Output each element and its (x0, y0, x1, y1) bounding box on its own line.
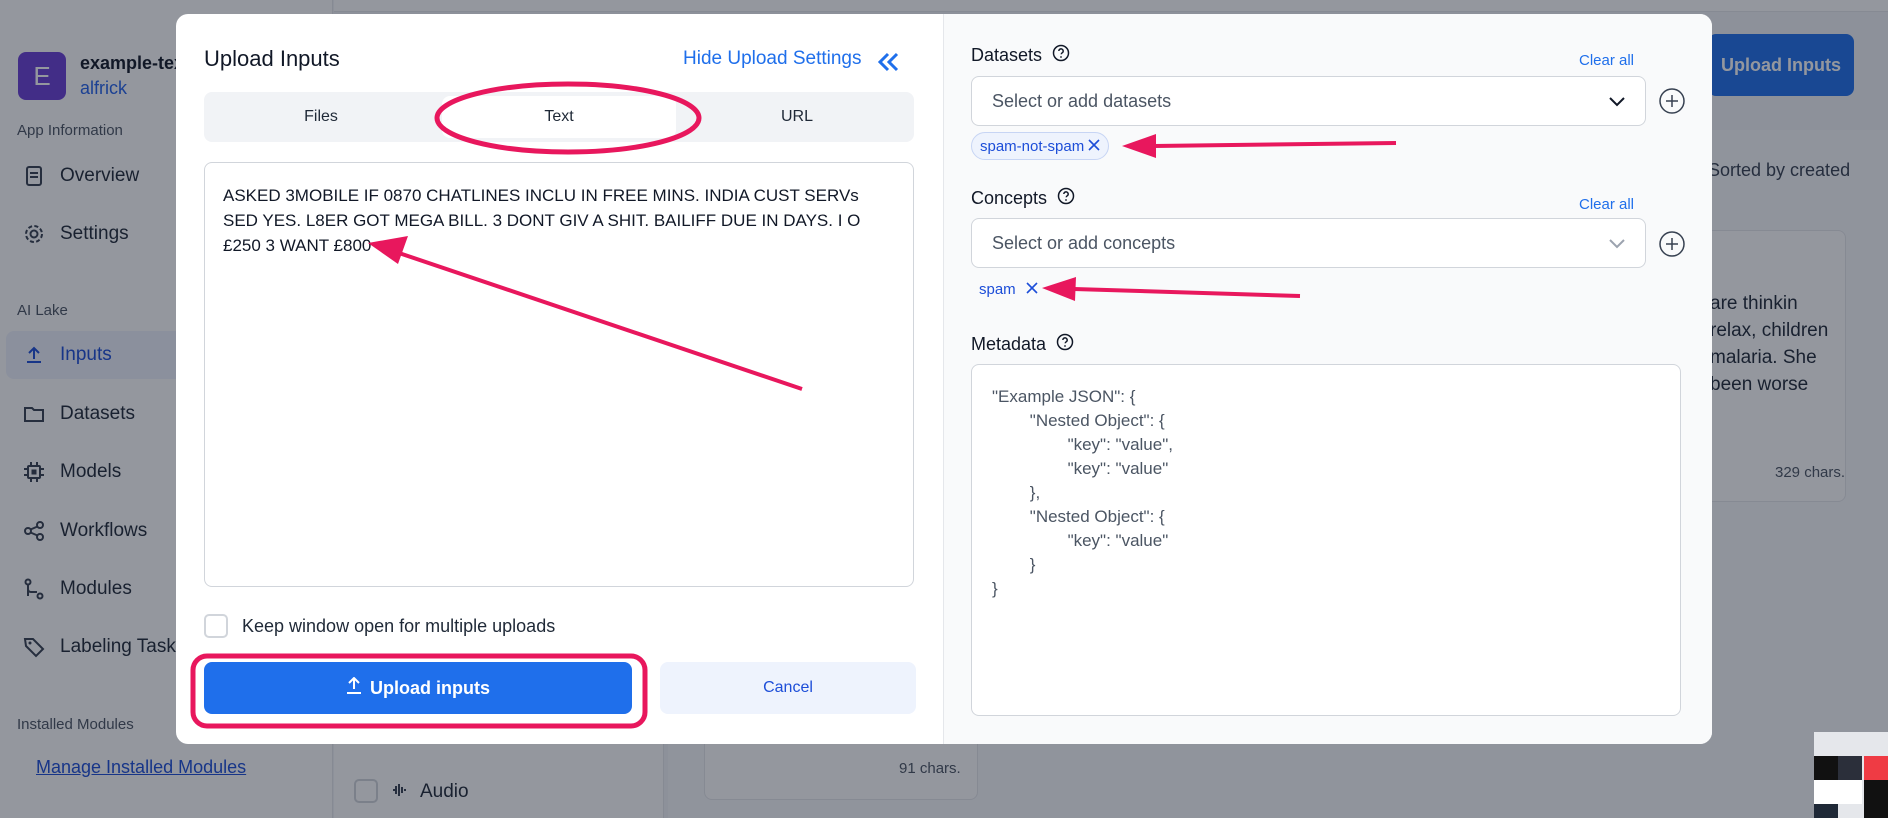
concept-chip: spam (971, 275, 1046, 303)
tab-files[interactable]: Files (204, 92, 438, 142)
chip-label: spam (979, 280, 1016, 298)
datasets-label-text: Datasets (971, 45, 1043, 65)
upload-settings-panel: Datasets Clear all Select or add dataset… (943, 14, 1712, 744)
cancel-button[interactable]: Cancel (660, 662, 916, 714)
tab-text[interactable]: Text (442, 96, 676, 138)
help-circle-icon[interactable] (1056, 333, 1074, 356)
metadata-label: Metadata (971, 333, 1074, 356)
help-circle-icon[interactable] (1057, 187, 1075, 210)
hide-upload-settings-link[interactable]: Hide Upload Settings (683, 48, 862, 70)
upload-inputs-modal: Upload Inputs Hide Upload Settings Files… (176, 14, 1712, 744)
keep-window-open-row[interactable]: Keep window open for multiple uploads (204, 614, 555, 638)
double-chevron-left-icon[interactable] (874, 48, 902, 76)
concepts-clear-all[interactable]: Clear all (1579, 196, 1634, 213)
metadata-json-input[interactable]: "Example JSON": { "Nested Object": { "ke… (971, 364, 1681, 716)
add-dataset-plus-icon[interactable] (1658, 87, 1686, 115)
datasets-label: Datasets (971, 44, 1070, 67)
close-icon[interactable] (1088, 138, 1100, 155)
keep-window-open-label: Keep window open for multiple uploads (242, 615, 556, 636)
concepts-label: Concepts (971, 187, 1075, 210)
datasets-select-placeholder: Select or add datasets (992, 90, 1172, 111)
text-input[interactable]: ASKED 3MOBILE IF 0870 CHATLINES INCLU IN… (204, 162, 914, 587)
concepts-select-placeholder: Select or add concepts (992, 232, 1176, 253)
qr-code-image (1814, 732, 1888, 818)
upload-panel: Upload Inputs Hide Upload Settings Files… (176, 14, 942, 744)
tab-url[interactable]: URL (680, 92, 914, 142)
upload-button-label: Upload inputs (370, 677, 490, 698)
upload-icon (346, 676, 362, 700)
keep-window-open-checkbox[interactable] (204, 614, 228, 638)
concepts-label-text: Concepts (971, 188, 1048, 208)
upload-inputs-submit-button[interactable]: Upload inputs (204, 662, 632, 714)
chip-label: spam-not-spam (980, 137, 1085, 155)
help-circle-icon[interactable] (1052, 44, 1070, 67)
close-icon[interactable] (1026, 281, 1038, 298)
upload-type-tabs: Files Text URL (204, 92, 914, 142)
datasets-clear-all[interactable]: Clear all (1579, 52, 1634, 69)
chevron-down-icon (1609, 91, 1625, 112)
dataset-chip: spam-not-spam (971, 132, 1110, 160)
metadata-label-text: Metadata (971, 334, 1047, 354)
add-concept-plus-icon[interactable] (1658, 230, 1686, 258)
concepts-select[interactable]: Select or add concepts (971, 218, 1646, 268)
chevron-down-icon (1609, 233, 1625, 254)
modal-title: Upload Inputs (204, 46, 340, 71)
datasets-select[interactable]: Select or add datasets (971, 76, 1646, 126)
